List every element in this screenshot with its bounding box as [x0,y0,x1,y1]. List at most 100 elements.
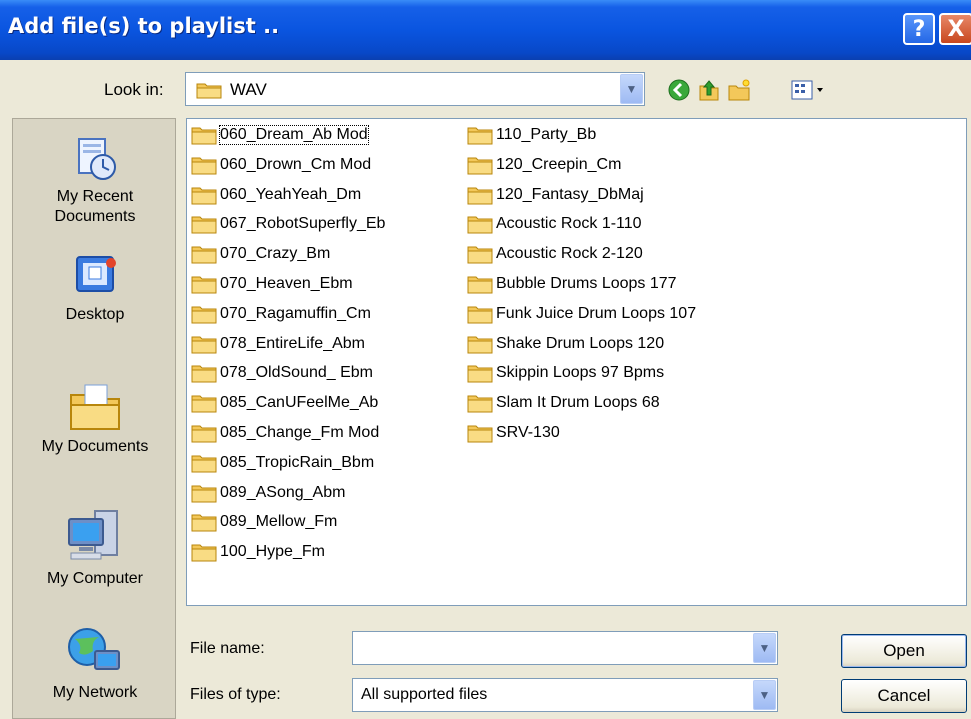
folder-name: 085_TropicRain_Bbm [220,453,375,471]
folder-name: 089_Mellow_Fm [220,513,338,531]
folder-name: Shake Drum Loops 120 [496,334,665,352]
chevron-down-icon[interactable]: ▼ [620,74,643,104]
folder-name: 100_Hype_Fm [220,543,325,561]
chevron-down-icon[interactable]: ▼ [753,680,776,710]
files-of-type-dropdown[interactable]: All supported files ▼ [352,678,778,712]
folder-icon [467,395,493,413]
folder-name: 060_Dream_Ab Mod [219,125,369,145]
folder-icon [191,514,217,532]
files-of-type-label: Files of type: [190,686,281,703]
chevron-down-icon[interactable]: ▼ [753,633,776,663]
file-name-input[interactable]: ▼ [352,631,778,665]
file-list[interactable]: 060_Dream_Ab Mod 060_Drown_Cm Mod 060_Yeah… [186,118,967,606]
folder-icon [191,306,217,324]
desktop-icon [76,256,116,292]
view-menu-icon[interactable] [790,78,826,102]
folder-item[interactable]: 078_OldSound_ Ebm [191,361,373,385]
folder-item[interactable]: 085_CanUFeelMe_Ab [191,391,378,415]
folder-icon [191,455,217,473]
folder-item[interactable]: 120_Fantasy_DbMaj [467,183,644,207]
place-label: Desktop [65,306,125,323]
folder-item[interactable]: Funk Juice Drum Loops 107 [467,302,696,326]
place-my-network[interactable]: My Network [13,625,177,703]
files-of-type-value: All supported files [361,686,488,703]
folder-name: SRV-130 [496,424,560,441]
folder-name: 085_CanUFeelMe_Ab [220,394,379,412]
place-label: My Documents [41,438,149,455]
folder-item[interactable]: 085_TropicRain_Bbm [191,451,374,475]
folder-item[interactable]: 110_Party_Bb [467,123,596,147]
file-name-label: File name: [190,640,265,657]
folder-item[interactable]: Acoustic Rock 1-110 [467,212,642,236]
folder-item[interactable]: Slam It Drum Loops 68 [467,391,660,415]
cancel-button[interactable]: Cancel [841,679,967,713]
folder-icon [196,83,222,99]
my-documents-icon [70,384,120,430]
title-bar[interactable]: Add file(s) to playlist .. ? X [0,0,971,60]
folder-icon [191,187,217,205]
folder-name: Acoustic Rock 1-110 [496,215,642,233]
folder-icon [191,425,217,443]
folder-icon [191,127,217,145]
recent-documents-icon [78,138,116,180]
folder-icon [467,306,493,324]
folder-item[interactable]: Acoustic Rock 2-120 [467,242,643,266]
folder-icon [467,365,493,383]
folder-item[interactable]: 089_Mellow_Fm [191,510,337,534]
folder-item[interactable]: SRV-130 [467,421,560,445]
folder-name: 089_ASong_Abm [220,483,346,501]
folder-item[interactable]: Shake Drum Loops 120 [467,332,664,356]
folder-name: 078_EntireLife_Abm [220,334,365,352]
folder-icon [191,276,217,294]
folder-item[interactable]: 078_EntireLife_Abm [191,332,365,356]
folder-item[interactable]: 067_RobotSuperfly_Eb [191,212,385,236]
place-desktop[interactable]: Desktop [13,253,177,325]
folder-item[interactable]: 085_Change_Fm Mod [191,421,379,445]
place-my-computer[interactable]: My Computer [13,507,177,589]
folder-icon [467,425,493,443]
place-my-documents[interactable]: My Documents [13,381,177,457]
folder-icon [467,187,493,205]
look-in-dropdown[interactable]: WAV ▼ [185,72,645,106]
folder-name: Slam It Drum Loops 68 [496,394,660,412]
folder-name: 067_RobotSuperfly_Eb [220,215,386,233]
folder-item[interactable]: 070_Heaven_Ebm [191,272,353,296]
folder-name: 120_Fantasy_DbMaj [496,185,644,203]
folder-item[interactable]: 060_YeahYeah_Dm [191,183,361,207]
folder-name: 110_Party_Bb [496,126,597,143]
place-label: My Network [52,684,138,701]
folder-icon [467,127,493,145]
folder-icon [191,544,217,562]
open-button[interactable]: Open [841,634,967,668]
folder-icon [191,336,217,354]
folder-item[interactable]: 060_Dream_Ab Mod [191,123,369,147]
folder-icon [467,336,493,354]
folder-item[interactable]: 089_ASong_Abm [191,481,345,505]
look-in-label: Look in: [104,80,164,99]
up-folder-icon[interactable] [697,78,721,102]
folder-name: Skippin Loops 97 Bpms [496,364,665,382]
folder-icon [467,246,493,264]
folder-icon [467,157,493,175]
folder-item[interactable]: 070_Crazy_Bm [191,242,330,266]
folder-icon [191,157,217,175]
place-label: My Recent Documents [54,188,136,225]
folder-name: Bubble Drums Loops 177 [496,275,677,292]
place-label: My Computer [46,570,144,587]
folder-item[interactable]: 060_Drown_Cm Mod [191,153,371,177]
back-icon[interactable] [667,78,691,102]
folder-icon [191,365,217,383]
new-folder-icon[interactable] [727,78,751,102]
folder-item[interactable]: Skippin Loops 97 Bpms [467,361,664,385]
folder-item[interactable]: 070_Ragamuffin_Cm [191,302,371,326]
place-my-recent-documents[interactable]: My Recent Documents [13,135,177,227]
folder-icon [191,395,217,413]
close-button[interactable]: X [939,13,971,45]
help-button[interactable]: ? [903,13,935,45]
folder-name: 060_YeahYeah_Dm [220,185,362,203]
folder-item[interactable]: 120_Creepin_Cm [467,153,621,177]
folder-item[interactable]: Bubble Drums Loops 177 [467,272,677,296]
folder-icon [191,485,217,503]
folder-name: 085_Change_Fm Mod [220,424,380,441]
folder-item[interactable]: 100_Hype_Fm [191,540,325,564]
